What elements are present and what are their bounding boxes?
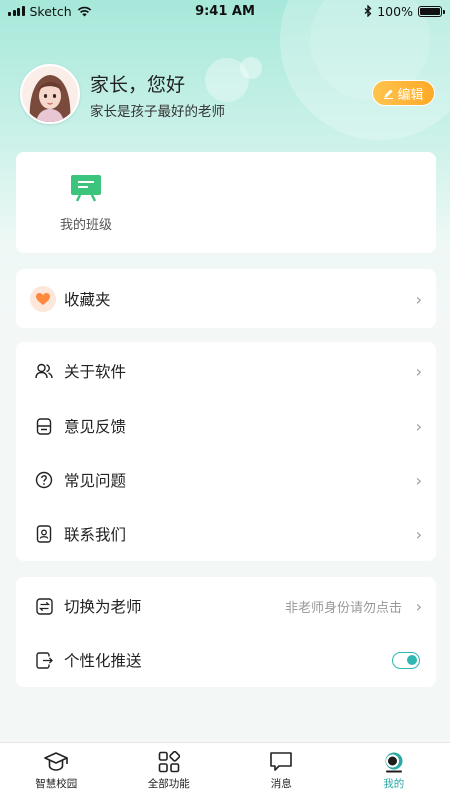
bluetooth-icon xyxy=(364,5,372,17)
tab-label: 全部功能 xyxy=(147,778,190,790)
battery-icon xyxy=(417,5,445,17)
battery-percent: 100% xyxy=(377,3,413,19)
chevron-right-icon: › xyxy=(415,524,422,544)
switch-to-teacher-label: 切换为老师 xyxy=(64,598,142,616)
personalized-push-label: 个性化推送 xyxy=(64,652,142,670)
chevron-right-icon: › xyxy=(415,361,422,381)
feedback-icon xyxy=(33,415,55,437)
personalized-push-row: 个性化推送 xyxy=(16,633,436,687)
menu-item-contact[interactable]: 联系我们 › xyxy=(16,507,436,561)
edit-label: 编辑 xyxy=(397,87,424,103)
bottom-tab-bar: 智慧校园 全部功能 消息 我的 xyxy=(0,742,450,800)
greeting-subtitle: 家长是孩子最好的老师 xyxy=(90,104,225,120)
my-class-button[interactable]: 我的班级 xyxy=(56,174,116,233)
my-class-label: 我的班级 xyxy=(59,218,112,233)
menu-card: 关于软件 › 意见反馈 › 常见问题 › 联系我们 › xyxy=(16,342,436,561)
menu-item-feedback[interactable]: 意见反馈 › xyxy=(16,399,436,453)
menu-item-label: 意见反馈 xyxy=(64,418,127,436)
settings-card: 切换为老师 非老师身份请勿点击 › 个性化推送 xyxy=(16,577,436,687)
tab-all-functions[interactable]: 全部功能 xyxy=(113,743,226,800)
menu-item-label: 关于软件 xyxy=(64,363,127,381)
grid-apps-icon xyxy=(158,751,180,773)
favorites-label: 收藏夹 xyxy=(64,291,111,309)
switch-to-teacher-row[interactable]: 切换为老师 非老师身份请勿点击 › xyxy=(16,579,436,633)
tab-mine[interactable]: 我的 xyxy=(338,743,450,800)
chevron-right-icon: › xyxy=(415,289,422,309)
message-icon xyxy=(270,752,293,771)
my-class-card: 我的班级 xyxy=(16,152,436,253)
switch-icon xyxy=(33,595,55,617)
menu-item-label: 联系我们 xyxy=(64,526,127,544)
classroom-board-icon xyxy=(71,175,101,202)
switch-to-teacher-hint: 非老师身份请勿点击 xyxy=(284,600,402,616)
heart-icon xyxy=(30,286,56,312)
tab-label: 智慧校园 xyxy=(35,778,78,790)
contact-icon xyxy=(33,523,55,545)
favorites-card: 收藏夹 › xyxy=(16,269,436,328)
chevron-right-icon: › xyxy=(415,470,422,490)
push-icon xyxy=(33,649,55,671)
greeting-title: 家长，您好 xyxy=(90,74,186,96)
tab-label: 消息 xyxy=(270,778,292,790)
profile-header: 家长，您好 家长是孩子最好的老师 编辑 xyxy=(20,64,435,126)
pencil-icon xyxy=(384,89,394,99)
menu-item-about[interactable]: 关于软件 › xyxy=(16,344,436,398)
signal-icon xyxy=(8,6,25,16)
edit-profile-button[interactable]: 编辑 xyxy=(372,80,435,106)
chevron-right-icon: › xyxy=(415,416,422,436)
favorites-row[interactable]: 收藏夹 › xyxy=(16,272,436,326)
question-icon xyxy=(33,469,55,491)
graduation-cap-icon xyxy=(44,752,69,771)
tab-messages[interactable]: 消息 xyxy=(225,743,338,800)
avatar[interactable] xyxy=(20,64,80,124)
users-icon xyxy=(33,360,55,382)
personalized-push-toggle[interactable] xyxy=(392,651,420,669)
clock: 9:41 AM xyxy=(195,3,255,19)
menu-item-faq[interactable]: 常见问题 › xyxy=(16,453,436,507)
chevron-right-icon: › xyxy=(415,596,422,616)
carrier-name: Sketch xyxy=(29,3,72,19)
profile-icon xyxy=(385,752,403,773)
wifi-icon xyxy=(77,6,91,16)
tab-label: 我的 xyxy=(383,778,405,790)
tab-smart-campus[interactable]: 智慧校园 xyxy=(0,743,113,800)
status-bar: Sketch 9:41 AM 100% xyxy=(0,0,450,22)
menu-item-label: 常见问题 xyxy=(64,472,127,490)
